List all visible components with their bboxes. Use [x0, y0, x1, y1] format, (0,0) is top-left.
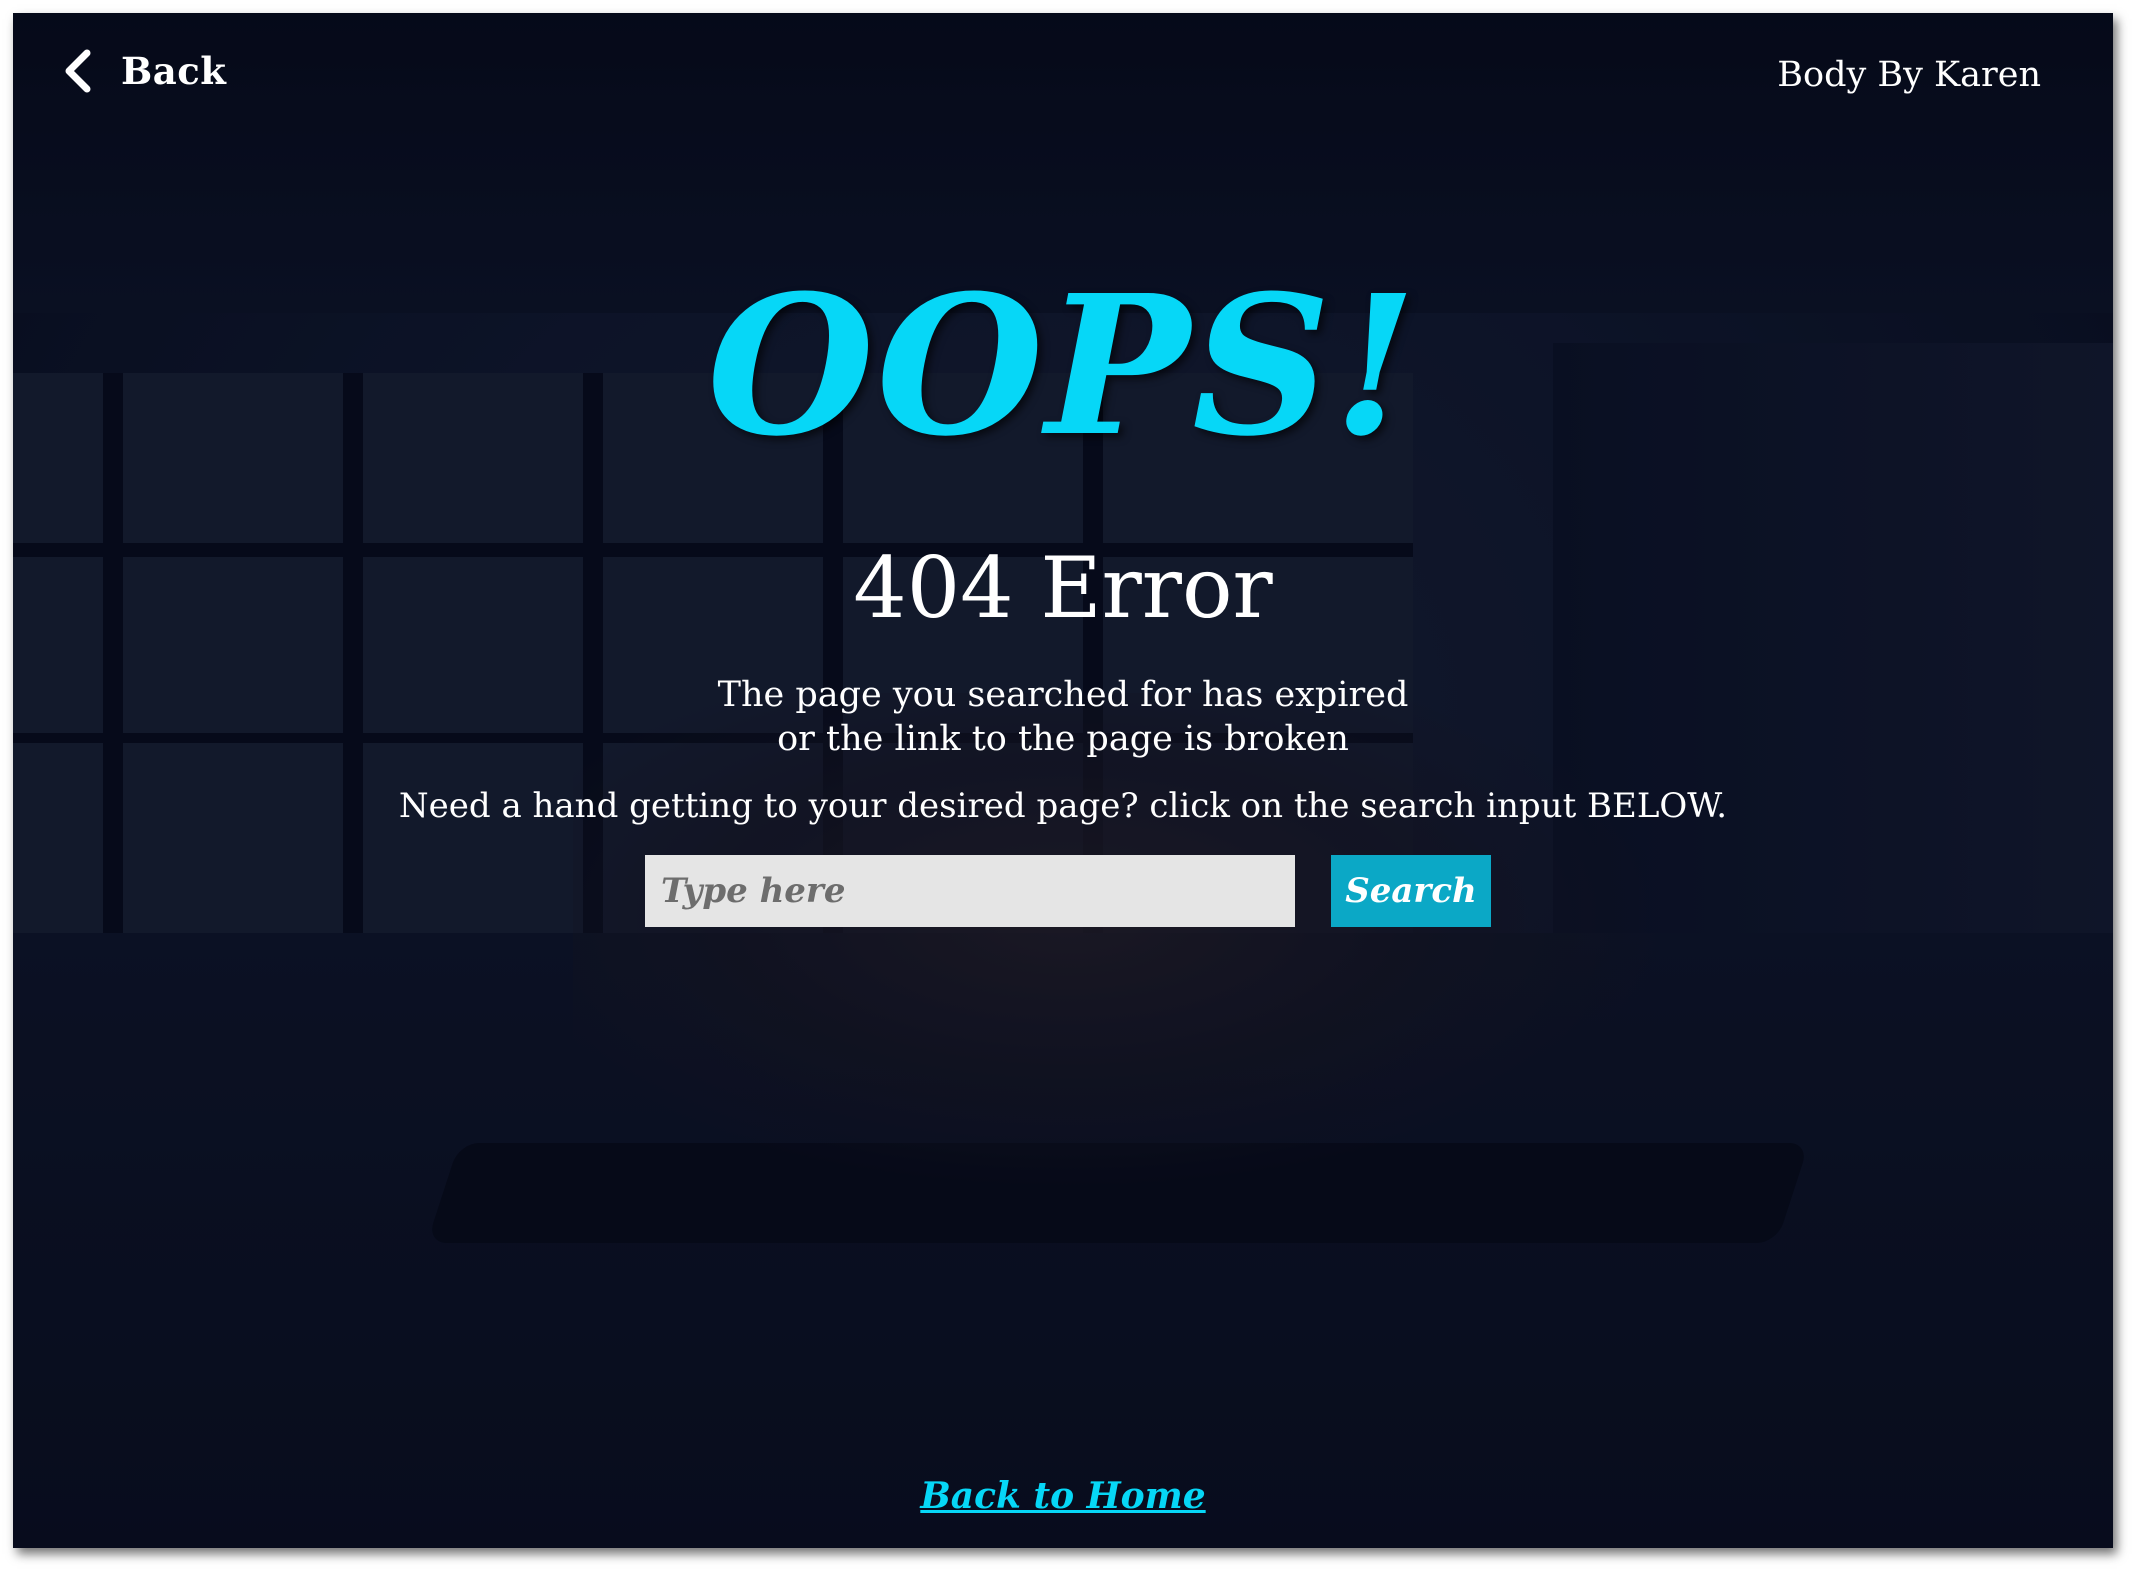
page-frame: Back Body By Karen OOPS! 404 Error The p…: [13, 13, 2113, 1548]
search-input[interactable]: [645, 855, 1295, 927]
back-to-home-link[interactable]: Back to Home: [13, 1475, 2113, 1517]
chevron-left-icon: [63, 49, 93, 93]
search-button[interactable]: Search: [1331, 855, 1491, 927]
back-button[interactable]: Back: [63, 49, 226, 93]
error-title: 404 Error: [853, 539, 1273, 637]
brand-name: Body By Karen: [1777, 55, 2041, 95]
oops-headline: OOPS!: [707, 254, 1419, 479]
error-description: The page you searched for has expired or…: [13, 673, 2113, 761]
description-line-2: or the link to the page is broken: [777, 719, 1349, 759]
search-hint: Need a hand getting to your desired page…: [398, 786, 1728, 826]
description-line-1: The page you searched for has expired: [717, 675, 1409, 715]
back-label: Back: [121, 49, 227, 93]
